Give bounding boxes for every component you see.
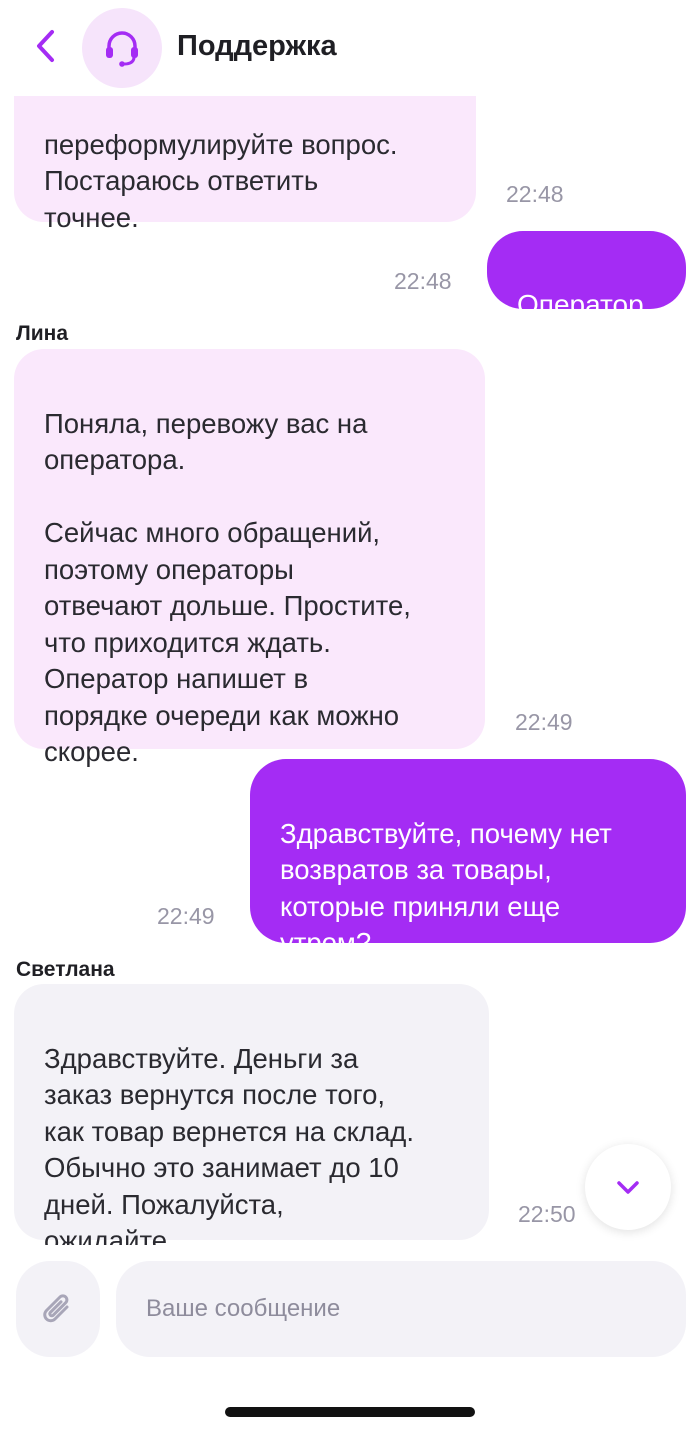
avatar[interactable] <box>82 8 162 88</box>
message-input[interactable] <box>116 1261 686 1357</box>
message-text: Оператор <box>517 288 644 320</box>
home-indicator <box>225 1407 475 1417</box>
message-bubble-outgoing: Оператор <box>487 231 686 320</box>
attach-button[interactable] <box>16 1261 100 1357</box>
message-time: 22:48 <box>394 268 452 294</box>
chevron-down-icon <box>617 1181 639 1194</box>
scroll-to-bottom-button[interactable] <box>585 1144 671 1230</box>
message-time: 22:49 <box>157 903 215 929</box>
back-button[interactable] <box>28 26 64 66</box>
chevron-left-icon <box>37 30 54 62</box>
chat-header: Поддержка <box>0 0 700 96</box>
message-text: Здравствуйте, почему нет возвратов за то… <box>280 817 612 959</box>
sender-name: Светлана <box>16 958 115 981</box>
paperclip-icon <box>43 1294 69 1323</box>
message-composer <box>0 1245 700 1431</box>
message-bubble-incoming: Поняла, перевожу вас на оператора. Сейча… <box>14 349 485 767</box>
message-bubble-outgoing: Здравствуйте, почему нет возвратов за то… <box>250 759 686 958</box>
message-time: 22:50 <box>518 1201 576 1227</box>
sender-name: Лина <box>16 322 69 345</box>
message-bubble-incoming: Здравствуйте. Деньги за заказ вернутся п… <box>14 984 489 1245</box>
message-time: 22:49 <box>515 709 573 735</box>
headset-icon <box>106 31 138 67</box>
page-title: Поддержка <box>177 30 337 62</box>
chat-message-list[interactable]: переформулируйте вопрос. Постараюсь отве… <box>0 0 700 1245</box>
message-text: переформулируйте вопрос. Постараюсь отве… <box>44 128 398 233</box>
message-text: Поняла, перевожу вас на оператора. Сейча… <box>44 407 411 768</box>
message-text: Здравствуйте. Деньги за заказ вернутся п… <box>44 1042 414 1246</box>
message-time: 22:48 <box>506 181 564 207</box>
